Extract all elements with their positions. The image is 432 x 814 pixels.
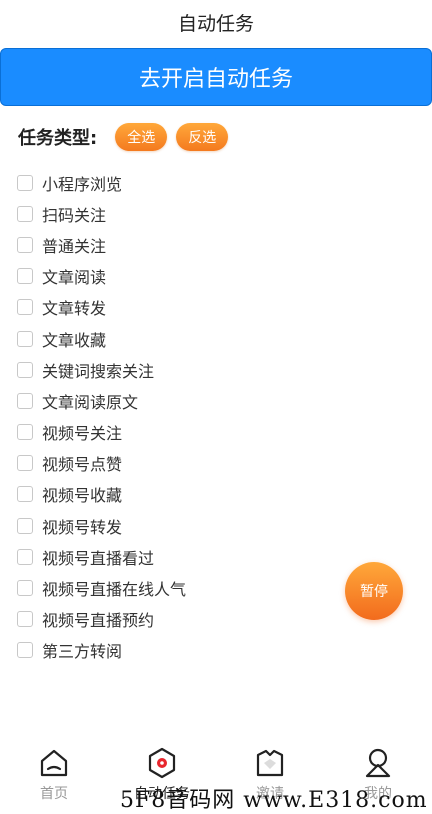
task-label: 第三方转阅 [42, 642, 123, 662]
task-item-article-favorite[interactable]: 文章收藏 [17, 323, 186, 354]
page-title: 自动任务 [0, 0, 432, 44]
task-label: 视频号收藏 [42, 486, 123, 506]
task-checkbox[interactable] [17, 330, 33, 347]
start-auto-task-label: 去开启自动任务 [138, 67, 293, 92]
task-checkbox[interactable] [17, 611, 33, 628]
task-checkbox[interactable] [17, 268, 33, 285]
page-title-text: 自动任务 [177, 12, 254, 35]
task-label: 视频号转发 [42, 517, 123, 537]
tab-auto-task[interactable]: 自动任务 [108, 740, 216, 811]
task-list: 小程序浏览 扫码关注 普通关注 文章阅读 文章转发 文章收藏 关键词搜索关注 文… [17, 167, 186, 666]
auto-task-icon [145, 746, 179, 780]
task-label: 扫码关注 [42, 205, 107, 225]
select-all-button[interactable]: 全选 [115, 123, 168, 151]
task-label: 文章收藏 [42, 330, 107, 350]
task-item-channel-like[interactable]: 视频号点赞 [17, 448, 186, 479]
task-item-channel-follow[interactable]: 视频号关注 [17, 417, 186, 448]
tab-profile-label: 我的 [364, 786, 392, 802]
task-item-channel-share[interactable]: 视频号转发 [17, 510, 186, 541]
task-checkbox[interactable] [17, 236, 33, 253]
task-checkbox[interactable] [17, 392, 33, 409]
task-label: 视频号点赞 [42, 455, 123, 475]
task-checkbox[interactable] [17, 642, 33, 659]
task-item-article-share[interactable]: 文章转发 [17, 292, 186, 323]
invert-selection-label: 反选 [188, 130, 217, 146]
task-label: 小程序浏览 [42, 174, 123, 194]
task-item-normal-follow[interactable]: 普通关注 [17, 229, 186, 260]
task-label: 文章阅读 [42, 268, 107, 288]
task-checkbox[interactable] [17, 205, 33, 222]
task-label: 视频号直播看过 [42, 548, 155, 568]
pause-label: 暂停 [360, 584, 388, 600]
task-item-scan-follow[interactable]: 扫码关注 [17, 198, 186, 229]
task-checkbox[interactable] [17, 174, 33, 191]
home-icon [37, 746, 71, 780]
task-checkbox[interactable] [17, 580, 33, 597]
task-checkbox[interactable] [17, 548, 33, 565]
tab-invite[interactable]: 邀请 [216, 740, 324, 811]
tab-auto-task-label: 自动任务 [134, 786, 190, 802]
task-item-channel-favorite[interactable]: 视频号收藏 [17, 479, 186, 510]
task-checkbox[interactable] [17, 299, 33, 316]
task-item-article-read[interactable]: 文章阅读 [17, 261, 186, 292]
task-item-channel-live-popularity[interactable]: 视频号直播在线人气 [17, 572, 186, 603]
task-item-channel-live-watched[interactable]: 视频号直播看过 [17, 541, 186, 572]
task-type-row: 任务类型: 全选 反选 [18, 121, 237, 153]
task-item-keyword-search-follow[interactable]: 关键词搜索关注 [17, 354, 186, 385]
tab-home[interactable]: 首页 [0, 740, 108, 811]
task-checkbox[interactable] [17, 455, 33, 472]
task-item-miniprogram-browse[interactable]: 小程序浏览 [17, 167, 186, 198]
task-label: 视频号直播在线人气 [42, 580, 187, 600]
task-label: 普通关注 [42, 236, 107, 256]
task-checkbox[interactable] [17, 361, 33, 378]
start-auto-task-button[interactable]: 去开启自动任务 [0, 48, 432, 106]
bottom-tab-bar: 首页 自动任务 邀请 我的 [0, 740, 432, 811]
task-label: 视频号关注 [42, 424, 123, 444]
tab-home-label: 首页 [40, 786, 68, 802]
task-checkbox[interactable] [17, 424, 33, 441]
task-checkbox[interactable] [17, 517, 33, 534]
task-item-third-party-read[interactable]: 第三方转阅 [17, 635, 186, 666]
task-label: 关键词搜索关注 [42, 361, 155, 381]
pause-button[interactable]: 暂停 [345, 562, 403, 620]
task-checkbox[interactable] [17, 486, 33, 503]
task-label: 文章阅读原文 [42, 392, 139, 412]
invert-selection-button[interactable]: 反选 [176, 123, 229, 151]
task-label: 文章转发 [42, 299, 107, 319]
tab-profile[interactable]: 我的 [324, 740, 432, 811]
tab-invite-label: 邀请 [256, 786, 284, 802]
task-label: 视频号直播预约 [42, 611, 155, 631]
task-item-article-read-original[interactable]: 文章阅读原文 [17, 385, 186, 416]
profile-icon [361, 746, 395, 780]
select-all-label: 全选 [127, 130, 156, 146]
invite-icon [253, 746, 287, 780]
task-type-label: 任务类型: [18, 128, 98, 149]
task-item-channel-live-reserve[interactable]: 视频号直播预约 [17, 604, 186, 635]
